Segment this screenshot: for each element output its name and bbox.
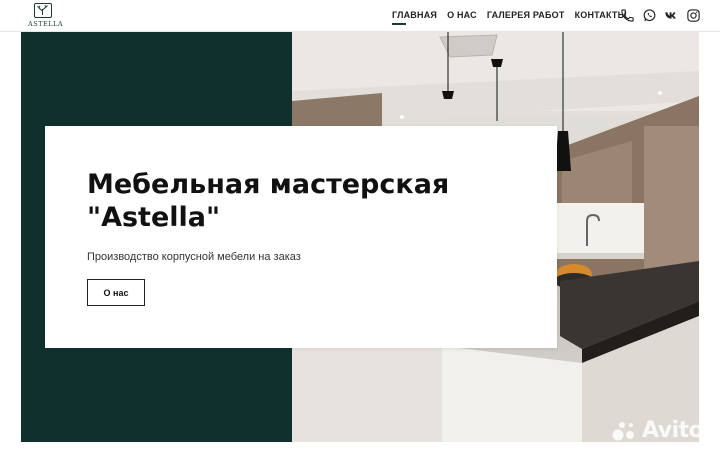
hero-card: Мебельная мастерская "Astella" Производс… [45,126,557,348]
whatsapp-icon[interactable] [642,8,657,23]
title-line-2: "Astella" [87,202,221,233]
page-title: Мебельная мастерская "Astella" [87,168,527,234]
nav-item-about[interactable]: О НАС [447,10,477,20]
nav-item-home[interactable]: ГЛАВНАЯ [392,10,437,25]
avito-logo-icon [612,421,634,440]
logo-text: ASTELLA [28,20,64,28]
site-header: ASTELLA ГЛАВНАЯ О НАС ГАЛЕРЕЯ РАБОТ КОНТ… [0,0,720,32]
logo[interactable]: ASTELLA [28,3,64,29]
title-line-1: Мебельная мастерская [87,169,450,200]
nav-item-gallery[interactable]: ГАЛЕРЕЯ РАБОТ [487,10,565,20]
avito-watermark: Avito [612,418,704,443]
phone-icon[interactable] [620,8,635,23]
about-button[interactable]: О нас [87,279,145,306]
vk-icon[interactable] [664,8,679,23]
contact-icons [620,8,701,23]
tree-logo-icon [34,3,52,18]
instagram-icon[interactable] [686,8,701,23]
nav-item-contacts[interactable]: КОНТАКТЫ [575,10,627,20]
hero-subtitle: Производство корпусной мебели на заказ [87,251,301,263]
watermark-text: Avito [642,418,704,443]
main-nav: ГЛАВНАЯ О НАС ГАЛЕРЕЯ РАБОТ КОНТАКТЫ [392,10,637,25]
